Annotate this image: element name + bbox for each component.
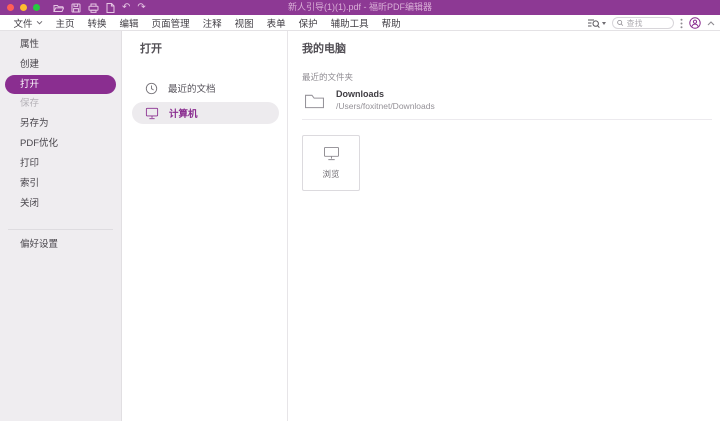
clock-icon — [145, 82, 158, 95]
recent-folder-row[interactable]: Downloads /Users/foxitnet/Downloads — [302, 83, 712, 120]
sidebar-item-open[interactable]: 打开 — [5, 75, 116, 94]
menu-comment[interactable]: 注释 — [196, 16, 228, 30]
print-icon[interactable] — [88, 3, 99, 13]
chevron-down-icon — [36, 20, 43, 25]
browse-label: 浏览 — [322, 168, 339, 180]
minimize-window-button[interactable] — [20, 4, 27, 11]
menu-file-label: 文件 — [14, 16, 33, 30]
folder-meta: Downloads /Users/foxitnet/Downloads — [336, 89, 435, 111]
sidebar-item-close[interactable]: 关闭 — [0, 194, 121, 214]
folder-name: Downloads — [336, 89, 435, 99]
sidebar-item-save: 保存 — [0, 94, 121, 114]
menu-protect[interactable]: 保护 — [292, 16, 324, 30]
folder-path: /Users/foxitnet/Downloads — [336, 101, 435, 111]
open-item-computer[interactable]: 计算机 — [132, 102, 279, 124]
new-document-icon[interactable] — [106, 3, 115, 13]
menu-view[interactable]: 视图 — [228, 16, 260, 30]
find-in-document-icon — [587, 18, 600, 29]
sidebar-item-properties[interactable]: 属性 — [0, 35, 121, 55]
sidebar-item-index[interactable]: 索引 — [0, 174, 121, 194]
computer-icon — [145, 107, 159, 120]
sidebar-item-pdf-optimize[interactable]: PDF优化 — [0, 134, 121, 154]
open-panel: 打开 最近的文档 计算机 — [122, 31, 288, 421]
folder-icon — [304, 92, 325, 109]
backstage-body: 属性 创建 打开 保存 另存为 PDF优化 打印 索引 关闭 偏好设置 打开 — [0, 31, 720, 421]
dropdown-caret-icon — [602, 22, 606, 25]
save-icon[interactable] — [71, 3, 81, 13]
search-icon — [617, 19, 624, 27]
menu-help[interactable]: 帮助 — [375, 16, 407, 30]
menubar-right-cluster — [587, 15, 715, 31]
menu-convert[interactable]: 转换 — [81, 16, 113, 30]
sidebar-item-preferences[interactable]: 偏好设置 — [0, 235, 121, 255]
open-panel-title: 打开 — [140, 42, 287, 56]
menu-edit[interactable]: 编辑 — [113, 16, 145, 30]
menu-file[interactable]: 文件 — [7, 16, 49, 30]
collapse-ribbon-icon[interactable] — [707, 21, 715, 26]
menu-accessibility[interactable]: 辅助工具 — [324, 16, 375, 30]
recent-folders-label: 最近的文件夹 — [302, 71, 712, 83]
find-tool-dropdown[interactable] — [587, 18, 606, 29]
browse-computer-icon — [323, 146, 340, 161]
sidebar-item-create[interactable]: 创建 — [0, 55, 121, 75]
open-location-list: 最近的文档 计算机 — [122, 77, 287, 124]
search-input[interactable] — [627, 19, 669, 28]
file-sidebar: 属性 创建 打开 保存 另存为 PDF优化 打印 索引 关闭 偏好设置 — [0, 31, 122, 421]
redo-icon[interactable]: ↷ — [137, 3, 145, 13]
close-window-button[interactable] — [7, 4, 14, 11]
undo-icon[interactable]: ↶ — [122, 3, 130, 13]
sidebar-item-save-as[interactable]: 另存为 — [0, 114, 121, 134]
browse-tile[interactable]: 浏览 — [302, 135, 360, 191]
foxit-pdf-editor-window: ↶ ↷ 新人引导(1)(1).pdf - 福昕PDF编辑器 文件 主页 转换 编… — [0, 0, 720, 421]
sidebar-item-print[interactable]: 打印 — [0, 154, 121, 174]
computer-panel-title: 我的电脑 — [302, 42, 712, 56]
account-avatar-icon[interactable] — [689, 17, 701, 29]
traffic-lights — [7, 4, 40, 11]
sidebar-divider — [8, 229, 113, 230]
zoom-window-button[interactable] — [33, 4, 40, 11]
open-item-label: 最近的文档 — [168, 81, 216, 95]
menu-home[interactable]: 主页 — [49, 16, 81, 30]
computer-panel: 我的电脑 最近的文件夹 Downloads /Users/foxitnet/Do… — [288, 31, 720, 421]
quick-access-toolbar: ↶ ↷ — [53, 3, 146, 13]
titlebar: ↶ ↷ 新人引导(1)(1).pdf - 福昕PDF编辑器 — [0, 0, 720, 15]
open-item-label: 计算机 — [169, 106, 198, 120]
open-icon[interactable] — [53, 3, 64, 13]
more-options-icon[interactable] — [680, 18, 683, 29]
open-item-recent-documents[interactable]: 最近的文档 — [132, 77, 279, 99]
menubar: 文件 主页 转换 编辑 页面管理 注释 视图 表单 保护 辅助工具 帮助 — [0, 15, 720, 31]
menu-page-management[interactable]: 页面管理 — [145, 16, 196, 30]
search-box[interactable] — [612, 17, 674, 29]
menu-form[interactable]: 表单 — [260, 16, 292, 30]
